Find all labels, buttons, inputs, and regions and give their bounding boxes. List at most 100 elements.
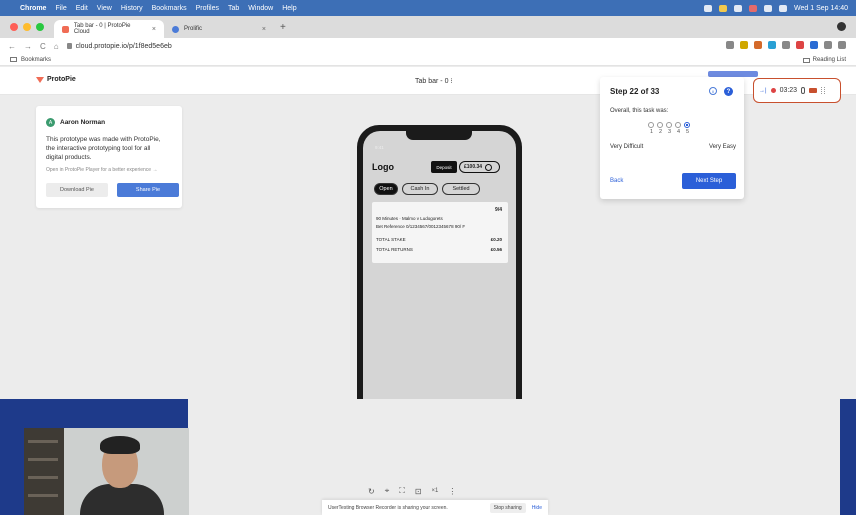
rating-number: 1 (649, 129, 654, 135)
wifi-icon[interactable] (704, 4, 713, 12)
balance-pill[interactable]: £100.34 (459, 161, 500, 173)
reload-button[interactable]: C (40, 42, 46, 51)
menu-profiles[interactable]: Profiles (196, 5, 219, 12)
extension-icon[interactable] (740, 41, 748, 49)
rating-scale (648, 122, 690, 128)
home-button[interactable]: ⌂ (54, 42, 59, 51)
bet-tabs: Open Cash In Settled (374, 183, 480, 195)
tab-open[interactable]: Open (374, 183, 398, 195)
share-pie-button[interactable]: Share Pie (117, 183, 179, 197)
maximize-window-button[interactable] (36, 23, 44, 31)
player-controls: ↻ ⌖ ⛶ ⊡ ×1 ⋮ (368, 486, 456, 496)
bet-card[interactable]: 9/4 90 Minutes · Malmo v Ludogorets Bet … (372, 202, 508, 263)
rating-radio-2[interactable] (657, 122, 663, 128)
rating-radio-4[interactable] (675, 122, 681, 128)
tab-settled[interactable]: Settled (442, 183, 480, 195)
extension-icon[interactable] (782, 41, 790, 49)
pause-icon[interactable]: II (709, 87, 717, 95)
bookmarks-link[interactable]: Bookmarks (21, 57, 51, 63)
menu-bookmarks[interactable]: Bookmarks (152, 5, 187, 12)
scale-low-label: Very Difficult (610, 144, 644, 150)
stake-row: TOTAL STAKE £0.20 (376, 237, 504, 242)
account-icon (485, 163, 493, 171)
deposit-button[interactable]: Deposit (431, 161, 457, 173)
phone-notch (406, 131, 472, 140)
microphone-icon[interactable] (801, 87, 806, 94)
menu-window[interactable]: Window (248, 5, 273, 12)
phone-status-time: 9:41 (375, 145, 384, 150)
back-button[interactable]: Back (610, 178, 623, 184)
next-step-button[interactable]: Next Step (682, 173, 736, 189)
bet-date: 9/4 (495, 207, 502, 213)
cursor-icon[interactable]: ⌖ (385, 486, 390, 496)
new-tab-button[interactable]: + (274, 22, 292, 33)
screenshot-icon[interactable]: ⊡ (415, 487, 422, 496)
close-window-button[interactable] (10, 23, 18, 31)
recorder-status-icon[interactable] (749, 4, 758, 12)
profile-icon[interactable] (838, 41, 846, 49)
extension-icon[interactable] (754, 41, 762, 49)
cloud-icon[interactable] (734, 4, 743, 12)
stop-sharing-button[interactable]: Stop sharing (489, 502, 526, 513)
clock[interactable]: Wed 1 Sep 14:40 (794, 5, 848, 12)
tab-cash-in[interactable]: Cash In (402, 183, 438, 195)
more-icon[interactable]: ⋮ (448, 487, 456, 496)
reading-list[interactable]: Reading List (802, 57, 846, 63)
help-icon[interactable]: ? (724, 87, 733, 96)
extensions (726, 41, 846, 49)
zoom-level[interactable]: ×1 (432, 488, 439, 494)
person-body (80, 484, 164, 515)
search-icon[interactable] (779, 4, 788, 12)
stake-value: £0.20 (490, 237, 502, 242)
bookmarks-folder-icon (10, 57, 17, 62)
tab-close-icon[interactable]: × (262, 26, 266, 33)
drag-handle-icon[interactable] (821, 87, 826, 94)
menu-file[interactable]: File (55, 5, 66, 12)
author-name: Aaron Norman (60, 119, 106, 126)
bookmarks-bar: Bookmarks Reading List (0, 54, 856, 66)
back-button[interactable]: ← (8, 42, 16, 51)
rating-number: 5 (685, 129, 690, 135)
browser-account-icon[interactable] (837, 22, 846, 31)
rating-number: 2 (658, 129, 663, 135)
url-text: cloud.protopie.io/p/1f8ed5e6eb (75, 42, 172, 50)
hide-button[interactable]: Hide (532, 505, 542, 511)
menu-help[interactable]: Help (282, 5, 296, 12)
author: A Aaron Norman (46, 118, 172, 127)
rating-radio-5[interactable] (684, 122, 690, 128)
rating-radio-3[interactable] (666, 122, 672, 128)
menu-tab[interactable]: Tab (228, 5, 239, 12)
collapse-icon[interactable]: →| (759, 88, 767, 94)
address-bar[interactable]: cloud.protopie.io/p/1f8ed5e6eb (66, 42, 172, 50)
fullscreen-icon[interactable]: ⛶ (399, 486, 405, 496)
restart-icon[interactable]: ↻ (368, 487, 375, 496)
protopie-logo[interactable]: ProtoPie (36, 76, 76, 83)
menu-edit[interactable]: Edit (76, 5, 88, 12)
returns-value: £0.56 (490, 247, 502, 252)
rating-question: Overall, this task was: (610, 108, 669, 114)
minimize-window-button[interactable] (23, 23, 31, 31)
player-hint-link[interactable]: Open in ProtoPie Player for a better exp… (46, 167, 172, 173)
extension-icon[interactable] (768, 41, 776, 49)
menu-app[interactable]: Chrome (20, 5, 46, 12)
prototype-title[interactable]: Tab bar - 0 ⁝ (415, 77, 453, 85)
tab-close-icon[interactable]: × (152, 26, 156, 33)
battery-icon[interactable] (764, 4, 773, 12)
notes-icon[interactable] (719, 4, 728, 12)
bet-match: 90 Minutes · Malmo v Ludogorets (376, 216, 443, 221)
menu-view[interactable]: View (97, 5, 112, 12)
rating-radio-1[interactable] (648, 122, 654, 128)
puzzle-icon[interactable] (824, 41, 832, 49)
menu-history[interactable]: History (121, 5, 143, 12)
extension-icon[interactable] (796, 41, 804, 49)
camera-icon[interactable] (809, 88, 818, 93)
star-icon[interactable] (726, 41, 734, 49)
download-pie-button[interactable]: Download Pie (46, 183, 108, 197)
window-controls (0, 23, 54, 31)
tab-protopie[interactable]: Tab bar - 0 | ProtoPie Cloud × (54, 20, 164, 38)
recorder-widget: →| 03:23 (753, 78, 841, 103)
tab-prolific[interactable]: Prolific × (164, 20, 274, 38)
extension-icon[interactable] (810, 41, 818, 49)
recording-timer: 03:23 (779, 87, 798, 94)
forward-button[interactable]: → (24, 42, 32, 51)
